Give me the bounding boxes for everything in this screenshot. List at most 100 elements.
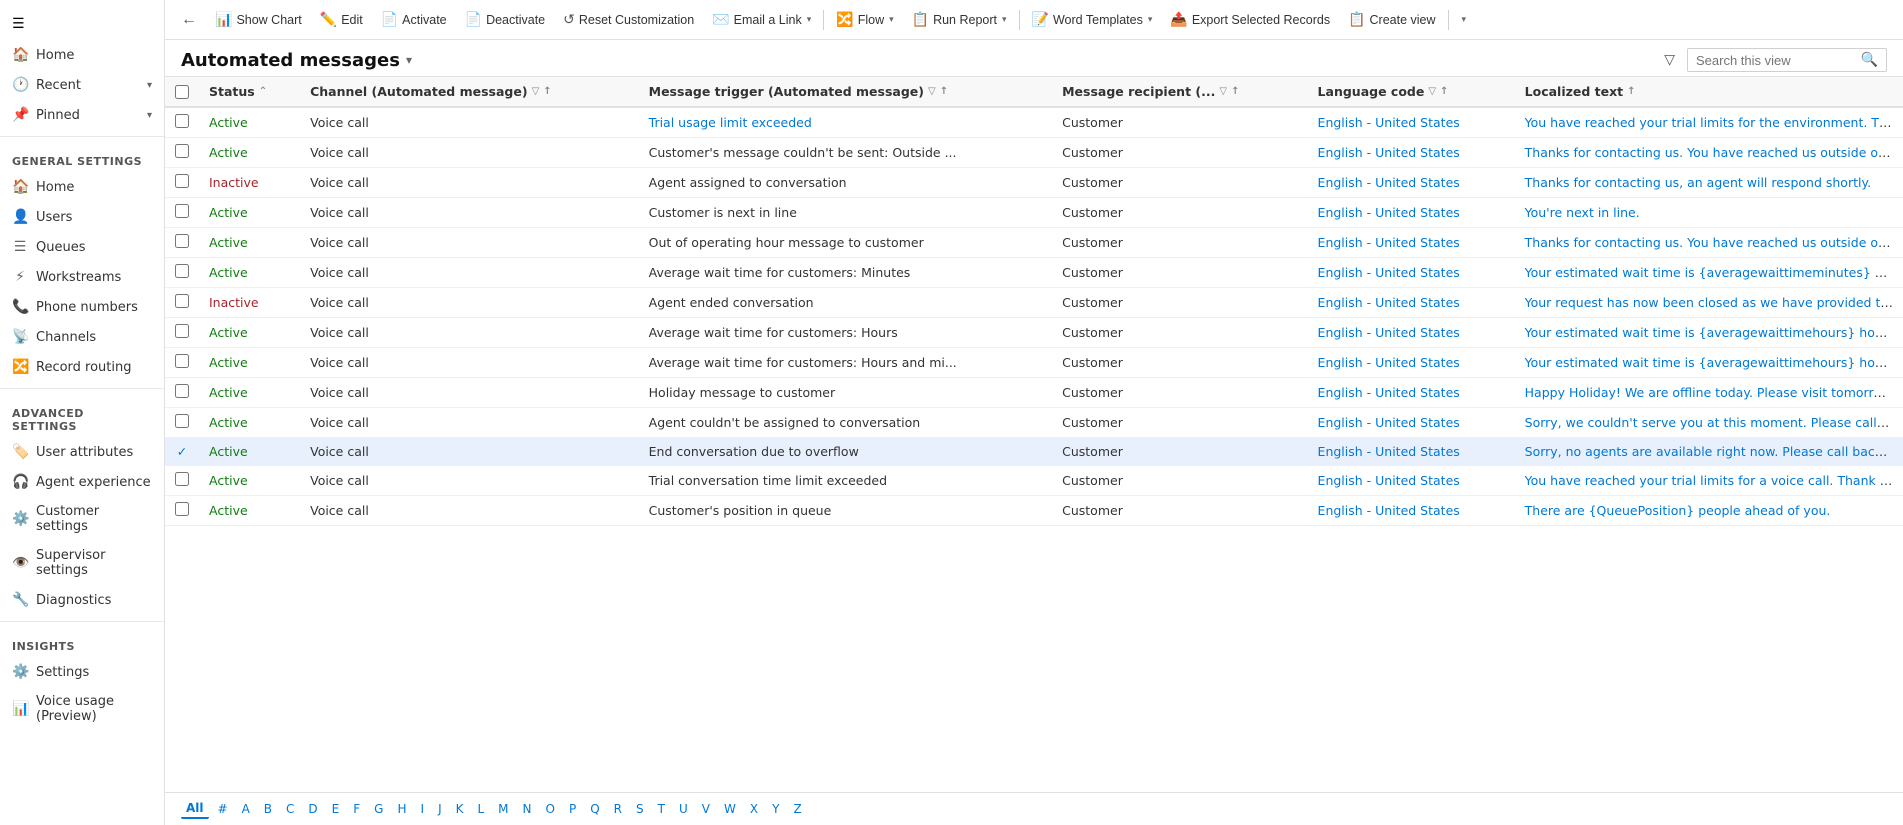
- language-cell[interactable]: English - United States: [1308, 138, 1515, 168]
- alpha-item-s[interactable]: S: [631, 800, 649, 818]
- language-cell[interactable]: English - United States: [1308, 288, 1515, 318]
- localized-text-link[interactable]: Happy Holiday! We are offline today. Ple…: [1525, 385, 1894, 400]
- sidebar-item-home[interactable]: 🏠 Home: [0, 40, 164, 70]
- search-input[interactable]: [1696, 53, 1855, 68]
- row-select-checkbox[interactable]: [175, 414, 189, 428]
- alpha-item-c[interactable]: C: [281, 800, 299, 818]
- alpha-item-z[interactable]: Z: [788, 800, 806, 818]
- flow-dropdown-arrow[interactable]: ▾: [889, 14, 894, 25]
- channel-sort-icon[interactable]: ↑: [543, 86, 551, 97]
- alpha-item-f[interactable]: F: [348, 800, 365, 818]
- language-link[interactable]: English - United States: [1318, 265, 1460, 280]
- deactivate-button[interactable]: 📄 Deactivate: [457, 7, 554, 32]
- alpha-item-all[interactable]: All: [181, 799, 209, 819]
- localized-text-link[interactable]: Your estimated wait time is {averagewait…: [1525, 265, 1903, 280]
- language-link[interactable]: English - United States: [1318, 175, 1460, 190]
- sidebar-item-recent[interactable]: 🕐 Recent ▾: [0, 70, 164, 100]
- alpha-item-n[interactable]: N: [518, 800, 537, 818]
- run-report-button[interactable]: 📋 Run Report ▾: [904, 7, 1015, 32]
- trigger-cell[interactable]: Customer is next in line: [639, 198, 1052, 228]
- language-cell[interactable]: English - United States: [1308, 408, 1515, 438]
- back-button[interactable]: ←: [173, 7, 205, 33]
- reset-button[interactable]: ↺ Reset Customization: [555, 7, 702, 32]
- trigger-cell[interactable]: End conversation due to overflow: [639, 438, 1052, 466]
- table-row[interactable]: ActiveVoice callAverage wait time for cu…: [165, 258, 1903, 288]
- alpha-item-l[interactable]: L: [472, 800, 489, 818]
- sidebar-item-phone-numbers[interactable]: 📞 Phone numbers: [0, 292, 164, 322]
- localized-text-link[interactable]: Your estimated wait time is {averagewait…: [1525, 355, 1903, 370]
- table-row[interactable]: ActiveVoice callCustomer is next in line…: [165, 198, 1903, 228]
- table-row[interactable]: ActiveVoice callAverage wait time for cu…: [165, 348, 1903, 378]
- word-templates-dropdown-arrow[interactable]: ▾: [1148, 14, 1153, 25]
- email-dropdown-arrow[interactable]: ▾: [807, 14, 812, 25]
- language-cell[interactable]: English - United States: [1308, 107, 1515, 138]
- language-cell[interactable]: English - United States: [1308, 496, 1515, 526]
- row-select-checkbox[interactable]: [175, 502, 189, 516]
- sidebar-item-customer-settings[interactable]: ⚙️ Customer settings: [0, 497, 164, 541]
- word-templates-button[interactable]: 📝 Word Templates ▾: [1024, 7, 1161, 32]
- language-link[interactable]: English - United States: [1318, 355, 1460, 370]
- sidebar-item-diagnostics[interactable]: 🔧 Diagnostics: [0, 585, 164, 615]
- language-cell[interactable]: English - United States: [1308, 348, 1515, 378]
- alpha-item-y[interactable]: Y: [767, 800, 784, 818]
- trigger-cell[interactable]: Average wait time for customers: Hours: [639, 318, 1052, 348]
- language-link[interactable]: English - United States: [1318, 145, 1460, 160]
- table-row[interactable]: InactiveVoice callAgent ended conversati…: [165, 288, 1903, 318]
- row-select-checkbox[interactable]: [175, 264, 189, 278]
- trigger-cell[interactable]: Trial conversation time limit exceeded: [639, 466, 1052, 496]
- export-button[interactable]: 📤 Export Selected Records: [1162, 7, 1338, 32]
- recipient-sort-icon[interactable]: ↑: [1231, 86, 1239, 97]
- page-title-dropdown[interactable]: ▾: [406, 53, 412, 67]
- sidebar-item-agent-experience[interactable]: 🎧 Agent experience: [0, 467, 164, 497]
- flow-button[interactable]: 🔀 Flow ▾: [828, 7, 901, 32]
- alpha-item-q[interactable]: Q: [585, 800, 604, 818]
- trigger-cell[interactable]: Holiday message to customer: [639, 378, 1052, 408]
- recipient-filter-icon[interactable]: ▽: [1219, 86, 1227, 97]
- trigger-sort-icon[interactable]: ↑: [940, 86, 948, 97]
- trigger-cell[interactable]: Agent assigned to conversation: [639, 168, 1052, 198]
- language-link[interactable]: English - United States: [1318, 415, 1460, 430]
- more-options-button[interactable]: ▾: [1453, 10, 1475, 29]
- channel-filter-icon[interactable]: ▽: [532, 86, 540, 97]
- sidebar-item-supervisor-settings[interactable]: 👁️ Supervisor settings: [0, 541, 164, 585]
- language-link[interactable]: English - United States: [1318, 205, 1460, 220]
- trigger-cell[interactable]: Average wait time for customers: Hours a…: [639, 348, 1052, 378]
- row-select-checkbox[interactable]: [175, 234, 189, 248]
- sidebar-item-user-attributes[interactable]: 🏷️ User attributes: [0, 437, 164, 467]
- localized-sort-icon[interactable]: ↑: [1627, 86, 1635, 97]
- sidebar-item-pinned[interactable]: 📌 Pinned ▾: [0, 100, 164, 130]
- table-row[interactable]: ActiveVoice callTrial conversation time …: [165, 466, 1903, 496]
- alpha-item-#[interactable]: #: [213, 800, 233, 818]
- localized-text-link[interactable]: Sorry, we couldn't serve you at this mom…: [1525, 415, 1903, 430]
- language-link[interactable]: English - United States: [1318, 444, 1460, 459]
- table-row[interactable]: ActiveVoice callOut of operating hour me…: [165, 228, 1903, 258]
- sidebar-item-home2[interactable]: 🏠 Home: [0, 172, 164, 202]
- sidebar-item-workstreams[interactable]: ⚡ Workstreams: [0, 262, 164, 292]
- row-select-checkbox[interactable]: [175, 354, 189, 368]
- localized-text-link[interactable]: Thanks for contacting us, an agent will …: [1525, 175, 1871, 190]
- localized-text-link[interactable]: There are {QueuePosition} people ahead o…: [1525, 503, 1831, 518]
- row-select-checkbox[interactable]: [175, 114, 189, 128]
- alpha-item-a[interactable]: A: [237, 800, 255, 818]
- language-cell[interactable]: English - United States: [1308, 378, 1515, 408]
- language-cell[interactable]: English - United States: [1308, 198, 1515, 228]
- alpha-item-j[interactable]: J: [433, 800, 447, 818]
- row-select-checkbox[interactable]: [175, 144, 189, 158]
- row-select-checkbox[interactable]: [175, 472, 189, 486]
- table-row[interactable]: InactiveVoice callAgent assigned to conv…: [165, 168, 1903, 198]
- sidebar-item-record-routing[interactable]: 🔀 Record routing: [0, 352, 164, 382]
- search-icon[interactable]: 🔍: [1861, 52, 1878, 68]
- trigger-cell[interactable]: Out of operating hour message to custome…: [639, 228, 1052, 258]
- language-cell[interactable]: English - United States: [1308, 466, 1515, 496]
- localized-text-link[interactable]: You have reached your trial limits for t…: [1525, 115, 1903, 130]
- select-all-header[interactable]: [165, 77, 199, 107]
- language-link[interactable]: English - United States: [1318, 295, 1460, 310]
- trigger-cell[interactable]: Average wait time for customers: Minutes: [639, 258, 1052, 288]
- localized-text-link[interactable]: Thanks for contacting us. You have reach…: [1525, 235, 1903, 250]
- alpha-item-t[interactable]: T: [653, 800, 670, 818]
- localized-text-link[interactable]: You're next in line.: [1525, 205, 1640, 220]
- status-sort-icon[interactable]: ⌃: [259, 86, 267, 97]
- table-row[interactable]: ActiveVoice callCustomer's message could…: [165, 138, 1903, 168]
- alpha-item-m[interactable]: M: [493, 800, 513, 818]
- alpha-item-b[interactable]: B: [259, 800, 277, 818]
